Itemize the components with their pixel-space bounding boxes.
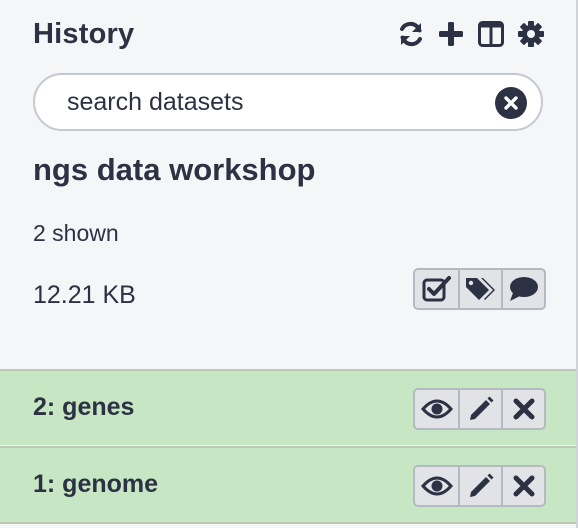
clear-search-icon[interactable]	[495, 87, 527, 119]
dataset-item[interactable]: 1: genome	[0, 446, 576, 524]
pencil-icon[interactable]	[458, 390, 501, 428]
header-icons	[396, 19, 546, 49]
dataset-item[interactable]: 2: genes	[0, 369, 576, 445]
annotation-icon[interactable]	[501, 270, 544, 308]
history-name[interactable]: ngs data workshop	[33, 152, 315, 188]
gear-icon[interactable]	[516, 19, 546, 49]
refresh-icon[interactable]	[396, 19, 426, 49]
pencil-icon[interactable]	[458, 467, 501, 505]
eye-icon[interactable]	[415, 390, 458, 428]
dataset-title[interactable]: 2: genes	[33, 393, 134, 422]
history-header: History	[33, 14, 546, 54]
delete-icon[interactable]	[501, 390, 544, 428]
search-box	[33, 73, 543, 131]
delete-icon[interactable]	[501, 467, 544, 505]
dataset-title[interactable]: 1: genome	[33, 470, 158, 499]
search-input[interactable]	[67, 87, 477, 117]
plus-icon[interactable]	[436, 19, 466, 49]
history-title: History	[33, 17, 135, 50]
eye-icon[interactable]	[415, 467, 458, 505]
select-items-icon[interactable]	[415, 270, 458, 308]
columns-icon[interactable]	[476, 19, 506, 49]
history-panel: History search datasets ngs data worksho…	[0, 0, 578, 528]
history-actions	[413, 268, 546, 310]
history-size: 12.21 KB	[33, 281, 136, 309]
shown-count: 2 shown	[33, 220, 119, 246]
dataset-actions	[413, 388, 546, 430]
tags-icon[interactable]	[458, 270, 501, 308]
dataset-actions	[413, 465, 546, 507]
